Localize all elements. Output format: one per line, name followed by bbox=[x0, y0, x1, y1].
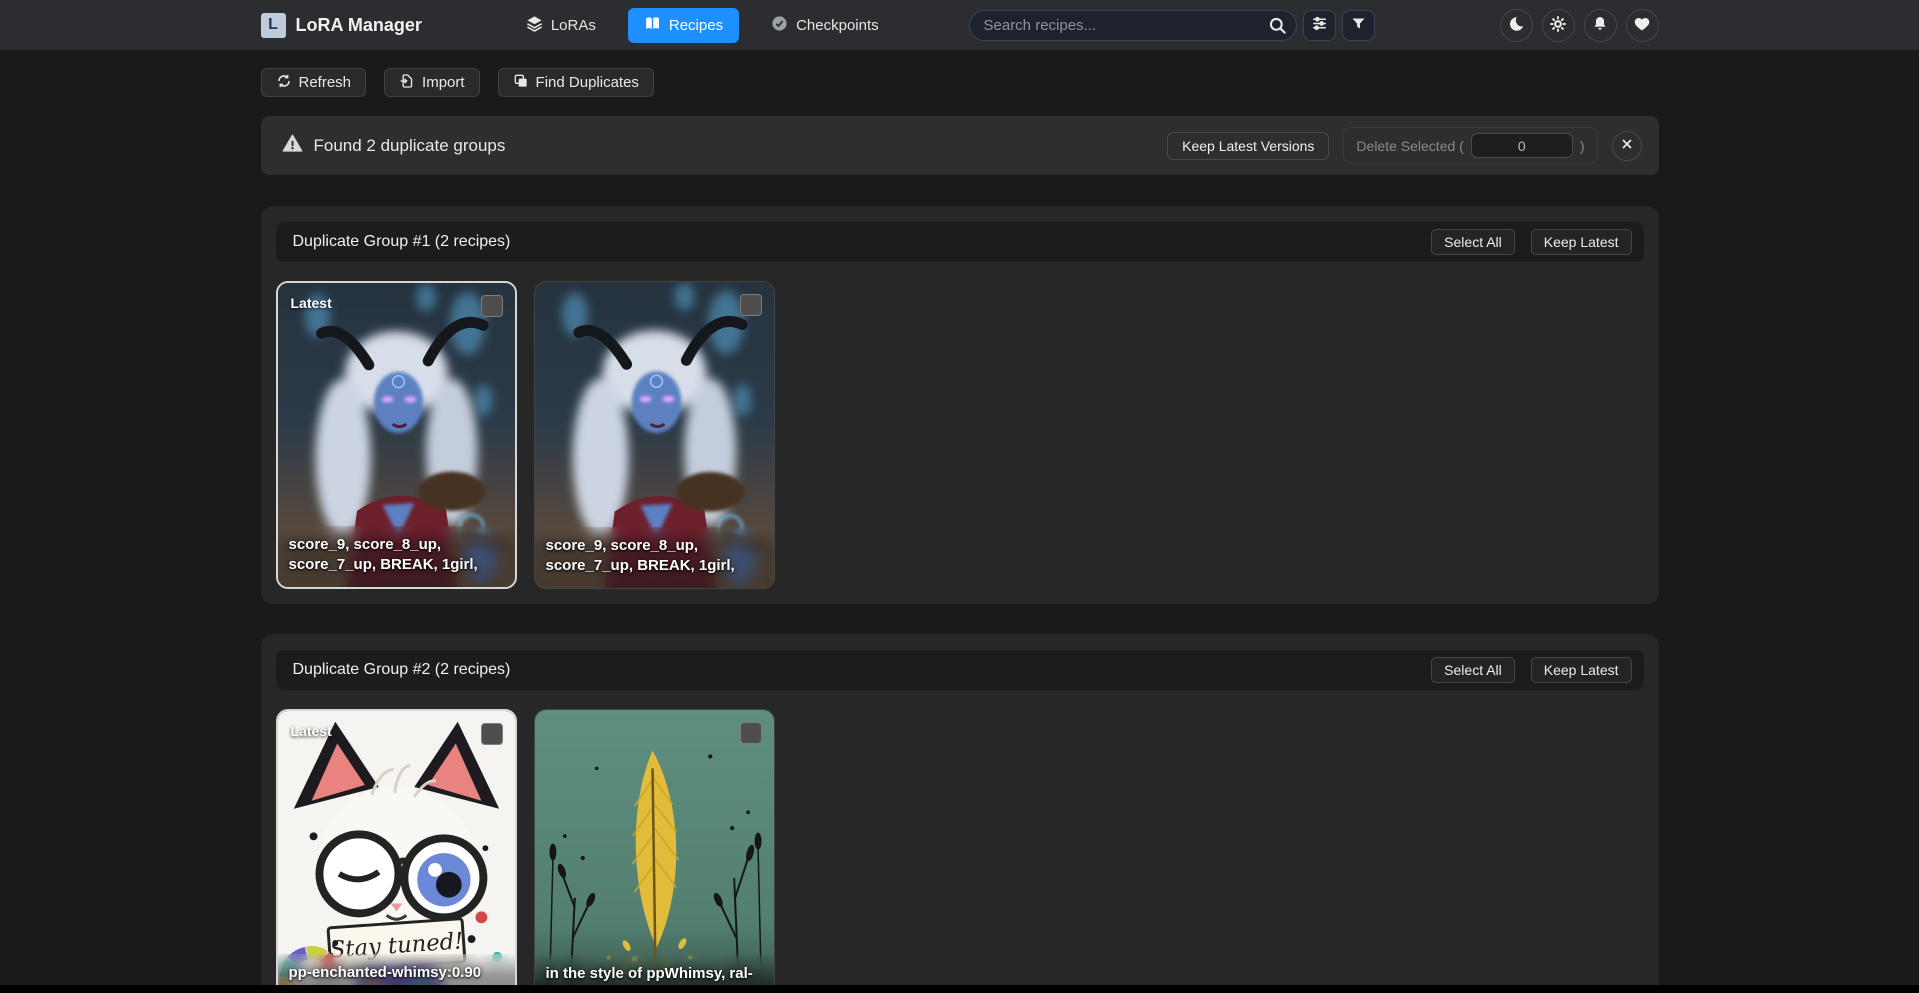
duplicates-banner: Found 2 duplicate groups Keep Latest Ver… bbox=[261, 116, 1659, 175]
find-duplicates-button[interactable]: Find Duplicates bbox=[498, 68, 654, 97]
settings-button[interactable] bbox=[1542, 9, 1575, 42]
recipe-image: Stay tuned! bbox=[278, 711, 515, 993]
keep-latest-button[interactable]: Keep Latest bbox=[1531, 229, 1632, 255]
delete-selected-suffix: ) bbox=[1580, 138, 1585, 154]
find-duplicates-label: Find Duplicates bbox=[536, 74, 639, 91]
tab-label: Checkpoints bbox=[796, 17, 879, 34]
refresh-label: Refresh bbox=[299, 74, 352, 91]
latest-badge: Latest bbox=[291, 723, 332, 739]
group-header: Duplicate Group #1 (2 recipes) Select Al… bbox=[276, 222, 1644, 262]
keep-latest-versions-button[interactable]: Keep Latest Versions bbox=[1167, 132, 1329, 160]
recipe-caption: in the style of ppWhimsy, ral-frctlgmtry… bbox=[535, 955, 774, 993]
filter-button[interactable] bbox=[1342, 10, 1375, 41]
warning-icon bbox=[282, 133, 303, 159]
bell-icon bbox=[1591, 15, 1609, 36]
recipe-caption: score_9, score_8_up, score_7_up, BREAK, … bbox=[278, 526, 515, 588]
delete-selected-button[interactable]: Delete Selected ( ) bbox=[1343, 127, 1597, 164]
search-input[interactable] bbox=[969, 10, 1297, 41]
import-icon bbox=[399, 73, 415, 93]
search-area bbox=[969, 10, 1375, 41]
filter-funnel-icon bbox=[1351, 16, 1366, 34]
app-title: LoRA Manager bbox=[296, 15, 422, 36]
recipe-card[interactable]: in the style of ppWhimsy, ral-frctlgmtry… bbox=[534, 709, 775, 993]
duplicate-groups-list: Duplicate Group #1 (2 recipes) Select Al… bbox=[261, 206, 1659, 993]
duplicate-group: Duplicate Group #2 (2 recipes) Select Al… bbox=[261, 634, 1659, 993]
close-banner-button[interactable] bbox=[1612, 131, 1642, 161]
search-icon[interactable] bbox=[1268, 16, 1287, 40]
recipe-caption: pp-enchanted-whimsy:0.90 ral-frctlgmtry_… bbox=[278, 954, 515, 993]
import-label: Import bbox=[422, 74, 465, 91]
banner-message: Found 2 duplicate groups bbox=[314, 136, 506, 156]
select-all-button[interactable]: Select All bbox=[1431, 229, 1515, 255]
tab-label: LoRAs bbox=[551, 17, 596, 34]
tab-checkpoints[interactable]: Checkpoints bbox=[763, 9, 887, 42]
recipe-card[interactable]: score_9, score_8_up, score_7_up, BREAK, … bbox=[534, 281, 775, 589]
group-header: Duplicate Group #2 (2 recipes) Select Al… bbox=[276, 650, 1644, 690]
group-title: Duplicate Group #1 (2 recipes) bbox=[293, 233, 511, 251]
tab-loras[interactable]: LoRAs bbox=[518, 9, 604, 42]
support-button[interactable] bbox=[1626, 9, 1659, 42]
book-icon bbox=[644, 15, 661, 36]
navbar: L LoRA Manager LoRAs Recipes Checkpoints bbox=[0, 0, 1919, 50]
main-nav-tabs: LoRAs Recipes Checkpoints bbox=[518, 8, 887, 43]
check-circle-icon bbox=[771, 15, 788, 36]
delete-selected-prefix: Delete Selected ( bbox=[1356, 138, 1463, 154]
heart-icon bbox=[1633, 15, 1651, 36]
refresh-icon bbox=[276, 73, 292, 93]
navbar-actions bbox=[1500, 9, 1659, 42]
tab-recipes[interactable]: Recipes bbox=[628, 8, 739, 43]
close-icon bbox=[1620, 137, 1634, 154]
recipes-toolbar: Refresh Import Find Duplicates bbox=[261, 68, 1659, 97]
sliders-button[interactable] bbox=[1303, 10, 1336, 41]
sliders-icon bbox=[1311, 15, 1328, 35]
duplicate-group: Duplicate Group #1 (2 recipes) Select Al… bbox=[261, 206, 1659, 604]
select-all-button[interactable]: Select All bbox=[1431, 657, 1515, 683]
import-button[interactable]: Import bbox=[384, 68, 480, 97]
refresh-button[interactable]: Refresh bbox=[261, 68, 367, 97]
recipe-select-checkbox[interactable] bbox=[740, 294, 762, 316]
recipe-select-checkbox[interactable] bbox=[740, 722, 762, 744]
app-logo: L bbox=[261, 13, 286, 38]
recipe-card[interactable]: Latest score_9, score_8_up, score_7_up, … bbox=[276, 281, 517, 589]
duplicates-icon bbox=[513, 73, 529, 93]
logo-letter: L bbox=[268, 16, 278, 34]
recipe-caption: score_9, score_8_up, score_7_up, BREAK, … bbox=[535, 527, 774, 589]
selected-count-input[interactable] bbox=[1471, 133, 1573, 158]
keep-latest-button[interactable]: Keep Latest bbox=[1531, 657, 1632, 683]
recipe-image bbox=[535, 710, 774, 993]
moon-icon bbox=[1507, 15, 1525, 36]
recipe-card[interactable]: Stay tuned! Latest pp-enchanted-whimsy:0… bbox=[276, 709, 517, 993]
latest-badge: Latest bbox=[291, 295, 332, 311]
group-title: Duplicate Group #2 (2 recipes) bbox=[293, 661, 511, 679]
theme-toggle-button[interactable] bbox=[1500, 9, 1533, 42]
group-cards: Latest score_9, score_8_up, score_7_up, … bbox=[276, 281, 1644, 589]
gear-icon bbox=[1549, 15, 1567, 36]
tab-label: Recipes bbox=[669, 17, 723, 34]
recipe-select-checkbox[interactable] bbox=[481, 295, 503, 317]
group-cards: Stay tuned! Latest pp-enchanted-whimsy:0… bbox=[276, 709, 1644, 993]
layers-icon bbox=[526, 15, 543, 36]
recipes-page: Refresh Import Find Duplicates Found 2 d… bbox=[261, 68, 1659, 993]
notifications-button[interactable] bbox=[1584, 9, 1617, 42]
recipe-select-checkbox[interactable] bbox=[481, 723, 503, 745]
